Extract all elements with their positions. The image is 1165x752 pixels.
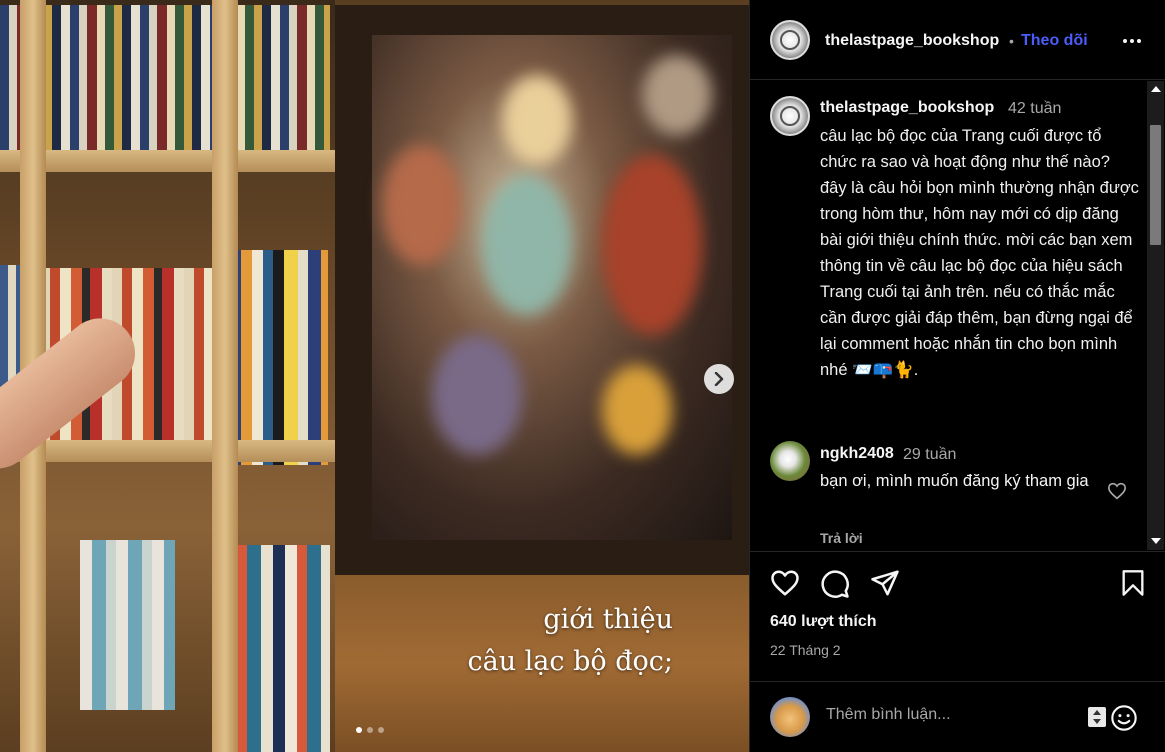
books-top-row xyxy=(0,5,330,150)
share-send-icon[interactable] xyxy=(870,569,900,597)
shelf-plank xyxy=(0,440,335,462)
comment-bubble-icon[interactable] xyxy=(820,569,850,599)
next-slide-button[interactable] xyxy=(704,364,734,394)
shelf-post xyxy=(212,0,238,752)
post-media[interactable]: giới thiệu câu lạc bộ đọc; xyxy=(0,0,749,752)
chevron-right-icon xyxy=(714,372,724,386)
comment-time[interactable]: 29 tuần xyxy=(903,446,956,464)
comments-list[interactable]: thelastpage_bookshop 42 tuần câu lạc bộ … xyxy=(750,81,1165,550)
caption-author[interactable]: thelastpage_bookshop xyxy=(820,99,994,117)
header-username[interactable]: thelastpage_bookshop xyxy=(825,32,999,50)
books-right-row xyxy=(228,250,328,465)
likes-count[interactable]: 640 lượt thích xyxy=(770,613,877,631)
follow-button[interactable]: Theo dõi xyxy=(1021,32,1088,50)
books-bottom-right xyxy=(225,545,330,752)
caption-time[interactable]: 42 tuần xyxy=(1008,100,1061,118)
post-actions: 640 lượt thích 22 Tháng 2 xyxy=(750,551,1165,681)
profile-avatar[interactable] xyxy=(770,20,810,60)
like-heart-icon[interactable] xyxy=(770,569,800,597)
media-caption-line2: câu lạc bộ đọc; xyxy=(467,646,673,677)
add-comment-bar xyxy=(750,681,1165,752)
carousel-dot xyxy=(367,727,373,733)
carousel-dots xyxy=(356,727,384,733)
framed-artwork xyxy=(372,35,732,540)
comment-author[interactable]: ngkh2408 xyxy=(820,445,894,463)
books-bottom-row xyxy=(80,540,175,710)
commenter-avatar[interactable] xyxy=(770,441,810,481)
save-bookmark-icon[interactable] xyxy=(1121,569,1145,597)
scroll-thumb[interactable] xyxy=(1150,125,1161,245)
more-options-icon[interactable] xyxy=(1122,31,1142,51)
comment-like-heart-icon[interactable] xyxy=(1107,482,1127,500)
reply-button[interactable]: Trả lời xyxy=(820,530,863,546)
caption-text: câu lạc bộ đọc của Trang cuối được tổ ch… xyxy=(820,127,1139,379)
post-side-panel: thelastpage_bookshop • Theo dõi thelastp… xyxy=(749,0,1165,752)
comments-scrollbar[interactable] xyxy=(1147,81,1164,550)
media-caption-line1: giới thiệu xyxy=(543,604,673,635)
scroll-down-arrow-icon[interactable] xyxy=(1151,538,1161,544)
comment-input[interactable] xyxy=(826,706,1076,724)
emoji-icon[interactable] xyxy=(1110,704,1138,732)
header-separator: • xyxy=(1009,33,1014,49)
post-header: thelastpage_bookshop • Theo dõi xyxy=(750,0,1165,80)
comment-text: bạn ơi, mình muốn đăng ký tham gia xyxy=(820,472,1089,490)
shelf-plank xyxy=(0,150,335,172)
spinner-control[interactable] xyxy=(1088,707,1106,727)
carousel-dot xyxy=(378,727,384,733)
caption-avatar[interactable] xyxy=(770,96,810,136)
post-date: 22 Tháng 2 xyxy=(770,642,841,658)
current-user-avatar xyxy=(770,697,810,737)
scroll-up-arrow-icon[interactable] xyxy=(1151,86,1161,92)
carousel-dot xyxy=(356,727,362,733)
